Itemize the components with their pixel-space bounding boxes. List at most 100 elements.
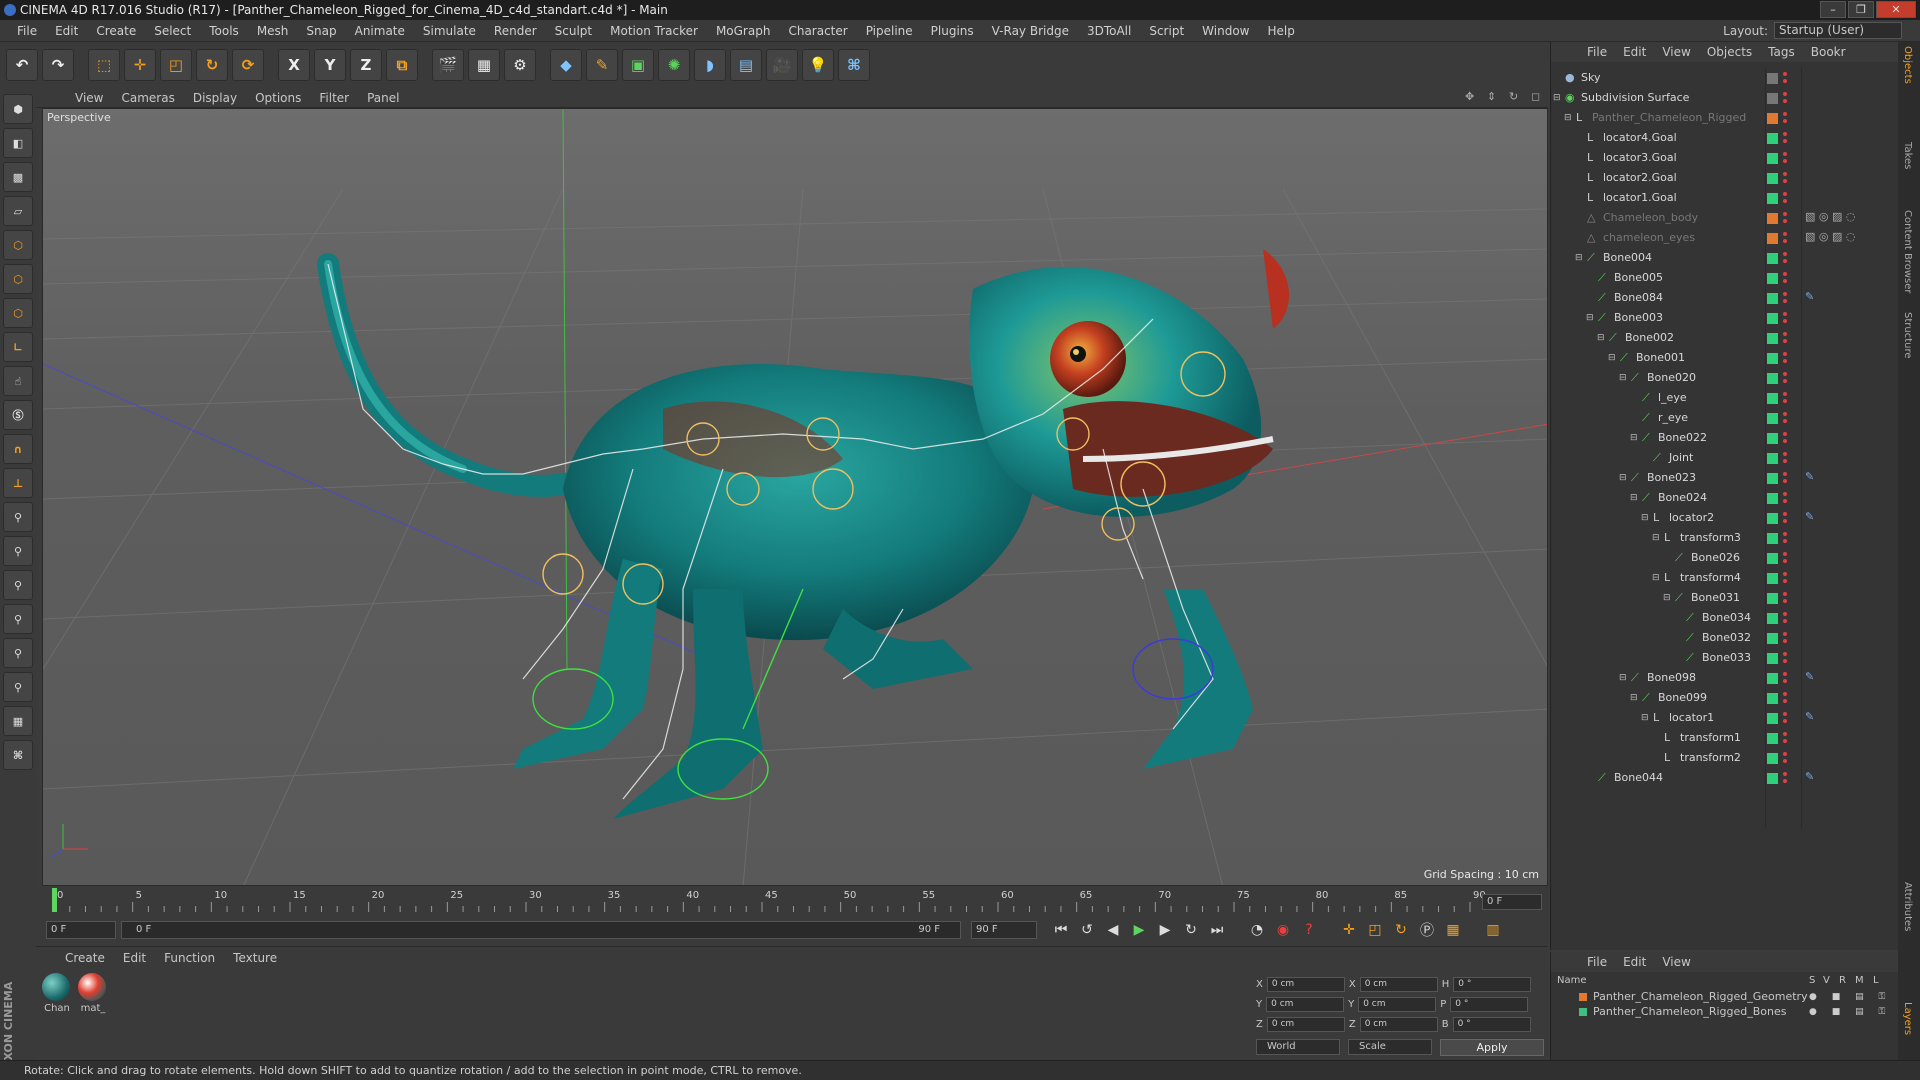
menu-pipeline[interactable]: Pipeline <box>857 24 922 38</box>
record-keys-icon[interactable]: ◔ <box>1244 918 1270 942</box>
object-row[interactable]: ⊟ ⟋ Bone003 <box>1551 308 1899 328</box>
render-visibility-icon[interactable] <box>1783 439 1787 443</box>
render-visibility-icon[interactable] <box>1783 519 1787 523</box>
rotation-h-field[interactable]: 0 ° <box>1453 977 1532 992</box>
object-row[interactable]: ⊟ ⟋ Bone020 <box>1551 368 1899 388</box>
python-icon[interactable]: ⌘ <box>838 49 870 81</box>
object-menu-file[interactable]: File <box>1579 45 1615 59</box>
editor-visibility-icon[interactable] <box>1783 752 1787 756</box>
menu-snap[interactable]: Snap <box>297 24 345 38</box>
deformer-icon[interactable]: ◗ <box>694 49 726 81</box>
expand-toggle-icon[interactable]: ⊟ <box>1663 593 1671 603</box>
render-visibility-icon[interactable] <box>1783 399 1787 403</box>
side-tab-takes[interactable]: Takes <box>1902 142 1913 169</box>
object-row[interactable]: Llocator3.Goal <box>1551 148 1899 168</box>
layout-dropdown[interactable]: Startup (User) <box>1774 22 1902 39</box>
texture-mode-icon[interactable]: ▩ <box>3 162 33 192</box>
expand-toggle-icon[interactable]: ⊟ <box>1641 513 1649 523</box>
paint-icon[interactable]: ⚲ <box>3 672 33 702</box>
editor-visibility-icon[interactable] <box>1783 312 1787 316</box>
material-tags-icon[interactable]: ▧ ◎ ▨ ◌ <box>1805 210 1855 223</box>
object-menu-tags[interactable]: Tags <box>1760 45 1803 59</box>
render-visibility-icon[interactable] <box>1783 659 1787 663</box>
previous-key-icon[interactable]: ↺ <box>1074 918 1100 942</box>
cloner-icon[interactable]: ✺ <box>658 49 690 81</box>
editor-visibility-icon[interactable] <box>1783 72 1787 76</box>
position-x-field[interactable]: 0 cm <box>1266 977 1345 992</box>
python-script-icon[interactable]: ⌘ <box>3 740 33 770</box>
object-row[interactable]: ⊟ L Panther_Chameleon_Rigged <box>1551 108 1899 128</box>
expand-toggle-icon[interactable]: ⊟ <box>1619 473 1627 483</box>
editor-visibility-icon[interactable] <box>1783 712 1787 716</box>
menu-animate[interactable]: Animate <box>346 24 414 38</box>
editor-visibility-icon[interactable] <box>1783 112 1787 116</box>
object-row[interactable]: Llocator4.Goal <box>1551 128 1899 148</box>
layer-color-icon[interactable] <box>1767 333 1778 344</box>
side-tab-content-browser[interactable]: Content Browser <box>1902 210 1913 293</box>
render-settings-icon[interactable]: ⚙ <box>504 49 536 81</box>
layer-color-icon[interactable] <box>1767 753 1778 764</box>
editor-visibility-icon[interactable] <box>1783 272 1787 276</box>
object-row[interactable]: ⟋ Bone034 <box>1551 608 1899 628</box>
preview-range-slider[interactable]: 0 F 90 F <box>121 921 961 939</box>
undo-icon[interactable]: ↶ <box>6 49 38 81</box>
object-row[interactable]: ⟋ Bone005 <box>1551 268 1899 288</box>
menu-create[interactable]: Create <box>87 24 145 38</box>
size-x-field[interactable]: 0 cm <box>1359 977 1438 992</box>
next-key-icon[interactable]: ↻ <box>1178 918 1204 942</box>
object-row[interactable]: ⊟ ⟋ Bone098 ✎ <box>1551 668 1899 688</box>
scale-tool-icon[interactable]: ◰ <box>160 49 192 81</box>
workplane-icon[interactable]: ▱ <box>3 196 33 226</box>
rotation-p-field[interactable]: 0 ° <box>1450 997 1529 1012</box>
key-position-icon[interactable]: ✛ <box>1336 918 1362 942</box>
render-view-icon[interactable]: 🎬 <box>432 49 464 81</box>
expand-toggle-icon[interactable]: ⊟ <box>1619 673 1627 683</box>
layer-color-icon[interactable] <box>1767 613 1778 624</box>
minimize-button[interactable]: – <box>1820 1 1846 18</box>
layer-color-icon[interactable] <box>1767 713 1778 724</box>
go-to-start-icon[interactable]: ⏮ <box>1048 918 1074 942</box>
next-frame-icon[interactable]: ▶ <box>1152 918 1178 942</box>
menu-script[interactable]: Script <box>1140 24 1193 38</box>
timeline-ruler[interactable]: 0 5 10 15 20 25 30 35 40 45 50 55 60 65 70 75 80 85 90 0 F <box>36 886 1548 914</box>
render-visibility-icon[interactable] <box>1783 119 1787 123</box>
editor-visibility-icon[interactable] <box>1783 172 1787 176</box>
menu-window[interactable]: Window <box>1193 24 1258 38</box>
render-visibility-icon[interactable] <box>1783 199 1787 203</box>
layer-color-icon[interactable] <box>1767 213 1778 224</box>
menu-render[interactable]: Render <box>485 24 546 38</box>
expand-toggle-icon[interactable]: ⊟ <box>1652 533 1660 543</box>
editor-visibility-icon[interactable] <box>1783 432 1787 436</box>
layer-color-icon[interactable] <box>1767 313 1778 324</box>
object-row[interactable]: ⟋ r_eye <box>1551 408 1899 428</box>
render-visibility-icon[interactable] <box>1783 359 1787 363</box>
menu-character[interactable]: Character <box>779 24 856 38</box>
material-menu-edit[interactable]: Edit <box>114 951 155 965</box>
editor-visibility-icon[interactable] <box>1783 512 1787 516</box>
layer-color-icon[interactable] <box>1767 473 1778 484</box>
expand-toggle-icon[interactable]: ⊟ <box>1630 493 1638 503</box>
object-row[interactable]: ⊟ Ltransform3 <box>1551 528 1899 548</box>
expand-toggle-icon[interactable]: ⊟ <box>1586 313 1594 323</box>
editor-visibility-icon[interactable] <box>1783 232 1787 236</box>
layer-color-icon[interactable] <box>1767 73 1778 84</box>
menu-select[interactable]: Select <box>145 24 200 38</box>
zoom-view-icon[interactable]: ⇕ <box>1478 91 1496 103</box>
render-visibility-icon[interactable] <box>1783 599 1787 603</box>
object-row[interactable]: △ chameleon_eyes ▧ ◎ ▨ ◌ <box>1551 228 1899 248</box>
render-visibility-icon[interactable] <box>1783 339 1787 343</box>
layer-color-icon[interactable] <box>1767 153 1778 164</box>
object-row[interactable]: ⟋ l_eye <box>1551 388 1899 408</box>
recent-tool-icon[interactable]: ⟳ <box>232 49 264 81</box>
layer-color-icon[interactable] <box>1767 533 1778 544</box>
object-row[interactable]: ⊟ ⟋ Bone004 <box>1551 248 1899 268</box>
object-row[interactable]: ⊟ Llocator2 ✎ <box>1551 508 1899 528</box>
object-row[interactable]: ⊟ ◉ Subdivision Surface <box>1551 88 1899 108</box>
expand-toggle-icon[interactable]: ⊟ <box>1641 713 1649 723</box>
object-menu-edit[interactable]: Edit <box>1615 45 1654 59</box>
key-rotation-icon[interactable]: ↻ <box>1388 918 1414 942</box>
layer-color-swatch[interactable] <box>1579 993 1587 1001</box>
editor-visibility-icon[interactable] <box>1783 392 1787 396</box>
editor-visibility-icon[interactable] <box>1783 492 1787 496</box>
tweak-mode-icon[interactable]: ☝ <box>3 366 33 396</box>
